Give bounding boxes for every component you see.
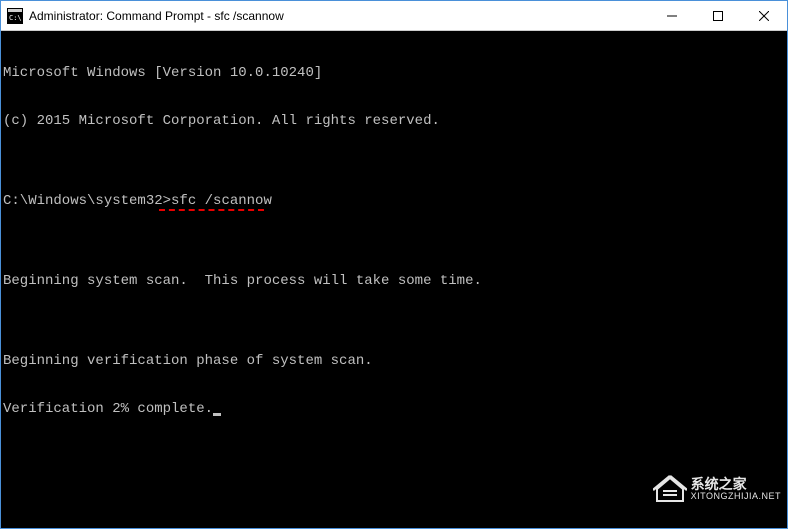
cmd-icon: C:\ bbox=[7, 8, 23, 24]
window-title: Administrator: Command Prompt - sfc /sca… bbox=[29, 9, 649, 23]
prompt-line: C:\Windows\system32>sfc /scannow bbox=[3, 193, 785, 209]
terminal-line: Beginning verification phase of system s… bbox=[3, 353, 785, 369]
maximize-button[interactable] bbox=[695, 1, 741, 30]
verification-text: Verification 2% complete. bbox=[3, 401, 213, 417]
watermark-text: 系统之家 XITONGZHIJIA.NET bbox=[691, 477, 781, 502]
terminal-line: (c) 2015 Microsoft Corporation. All righ… bbox=[3, 113, 785, 129]
command-text: sfc /scannow bbox=[171, 193, 272, 209]
terminal-line: Beginning system scan. This process will… bbox=[3, 273, 785, 289]
command-prompt-window: C:\ Administrator: Command Prompt - sfc … bbox=[0, 0, 788, 529]
svg-text:C:\: C:\ bbox=[9, 14, 22, 22]
command-highlight-annotation bbox=[159, 209, 264, 211]
watermark-main: 系统之家 bbox=[691, 477, 781, 492]
prompt-text: C:\Windows\system32> bbox=[3, 193, 171, 209]
watermark: 系统之家 XITONGZHIJIA.NET bbox=[622, 457, 781, 522]
titlebar[interactable]: C:\ Administrator: Command Prompt - sfc … bbox=[1, 1, 787, 31]
close-button[interactable] bbox=[741, 1, 787, 30]
terminal-line: Microsoft Windows [Version 10.0.10240] bbox=[3, 65, 785, 81]
terminal-line: Verification 2% complete. bbox=[3, 401, 785, 417]
minimize-button[interactable] bbox=[649, 1, 695, 30]
window-controls bbox=[649, 1, 787, 30]
terminal-cursor bbox=[213, 413, 221, 416]
terminal-output[interactable]: Microsoft Windows [Version 10.0.10240] (… bbox=[1, 31, 787, 528]
watermark-house-icon bbox=[622, 457, 687, 522]
watermark-sub: XITONGZHIJIA.NET bbox=[691, 492, 781, 502]
